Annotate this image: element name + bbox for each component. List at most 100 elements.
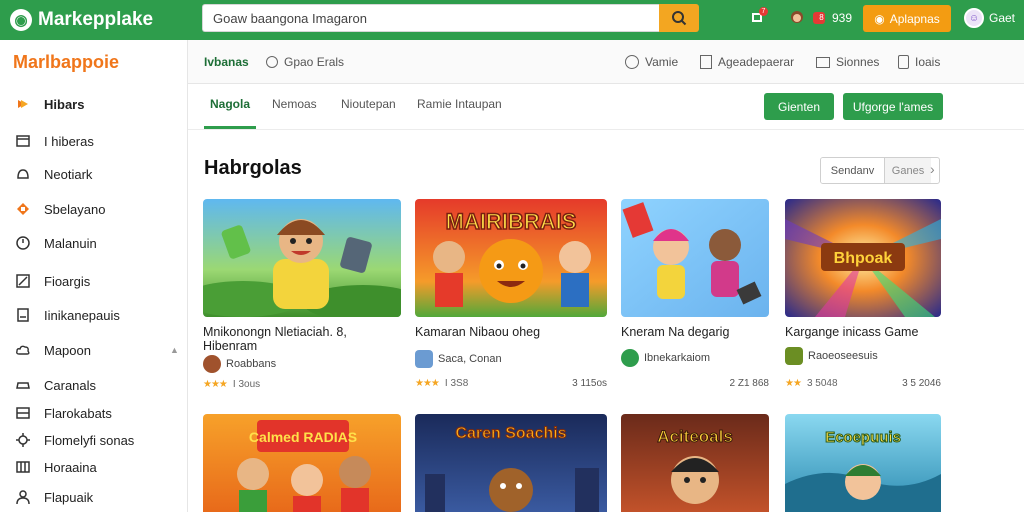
sidebar-title: Marlbappoie [13, 52, 120, 72]
sidebar-item-flomelyfi-sonas[interactable]: Flomelyfi sonas [14, 430, 134, 450]
clock-icon [14, 234, 32, 252]
puzzle-icon [14, 200, 32, 218]
sidebar-item-fioargis[interactable]: Fioargis [14, 271, 90, 291]
game-card[interactable]: Caren Soachis [415, 414, 607, 512]
search-input[interactable] [202, 4, 659, 32]
sidebar-item-sbelayano[interactable]: Sbelayano [14, 199, 105, 219]
game-card[interactable]: Aciteoals [621, 414, 769, 512]
user-menu[interactable]: ☺ Gaet [964, 7, 1015, 29]
sidebar-item-neotiark[interactable]: Neotiark [14, 164, 92, 184]
avatar-mini[interactable] [786, 7, 808, 29]
game-card[interactable]: Kneram Na degarig Ibnekarkaiom 2 Z1 868 [621, 199, 769, 394]
subnav-item-ivbanas[interactable]: Ivbanas [204, 54, 249, 70]
upgrade-games-button[interactable]: Ufgorge l'ames [843, 93, 943, 120]
game-thumbnail[interactable] [621, 199, 769, 317]
alerts[interactable]: 8 [808, 6, 830, 30]
sidebar-item-label: Flarokabats [44, 405, 112, 421]
sidebar-item-caranals[interactable]: Caranals [14, 375, 96, 395]
developer-avatar [203, 355, 221, 373]
sidebar-item-label: Hibars [44, 96, 85, 112]
developer-avatar [785, 347, 803, 365]
game-title[interactable]: Mnikonongn Nletiaciah. 8, Hibenram [203, 325, 373, 353]
user-icon [14, 488, 32, 506]
alert-button[interactable]: 8 [808, 7, 830, 29]
game-card[interactable]: Bhpoak Kargange inicass Game Raoeoseesui… [785, 199, 941, 394]
developer-name: Saca, Conan [438, 353, 502, 365]
flame-icon [14, 95, 32, 113]
game-title[interactable]: Kamaran Nibaou oheg [415, 325, 605, 339]
sidebar-item-label: Sbelayano [44, 201, 106, 217]
toggle-standard[interactable]: Sendanv [821, 158, 885, 183]
game-card[interactable]: Calmed RADIAS [203, 414, 401, 512]
apps-label: Aplapnas [889, 11, 940, 26]
sidebar-item-hibars[interactable]: Hibars [14, 94, 84, 114]
sidebar-item-horaaina[interactable]: Horaaina [14, 457, 97, 477]
price-text: 3 5 2046 [902, 377, 941, 389]
game-title[interactable]: Kneram Na degarig [621, 325, 769, 339]
game-card[interactable]: Mnikonongn Nletiaciah. 8, Hibenram Roabb… [203, 199, 401, 394]
chevron-right-icon[interactable]: ▲ [170, 345, 179, 355]
sub-navigation: Ivbanas Gpao Erals Vamie Ageadepaerar Si… [188, 40, 1024, 84]
notification-button[interactable]: 7 [746, 7, 768, 29]
game-card[interactable]: MAIRIBRAIS Kamaran Nibaou oheg Saca, Con… [415, 199, 607, 394]
game-art-text: Aciteoals [657, 427, 733, 446]
game-thumbnail[interactable] [203, 199, 401, 317]
game-art-text: MAIRIBRAIS [446, 209, 577, 234]
subnav-label: Sionnes [836, 55, 880, 69]
toggle-games[interactable]: Ganes [885, 158, 931, 183]
alert-count: 8 [819, 13, 824, 22]
messages[interactable] [786, 6, 808, 30]
subnav-label: Vamie [645, 55, 679, 69]
tab-nioutepan[interactable]: Nioutepan [341, 97, 396, 129]
developer-row: Saca, Conan [415, 350, 502, 368]
apps-button[interactable]: ◉ Aplapnas [863, 5, 951, 32]
tab-ramie-intaupan[interactable]: Ramie Intaupan [417, 97, 502, 129]
sidebar-item-label: Fioargis [44, 273, 91, 289]
game-thumbnail[interactable]: Calmed RADIAS [203, 414, 401, 512]
price-text: 3 115os [572, 377, 607, 389]
gienten-button[interactable]: Gienten [764, 93, 834, 120]
brand[interactable]: ◉ Markepplake [10, 6, 153, 34]
tab-nagola[interactable]: Nagola [204, 97, 257, 129]
subnav-item-vamie[interactable]: Vamie [625, 54, 678, 70]
subnav-item-ioais[interactable]: Ioais [898, 54, 940, 70]
game-thumbnail[interactable]: Aciteoals [621, 414, 769, 512]
chevron-right-icon[interactable]: › [930, 161, 935, 177]
game-card[interactable]: Ecoepuuis [785, 414, 941, 512]
search-icon [672, 11, 687, 26]
subnav-item-gpao-erals[interactable]: Gpao Erals [266, 54, 344, 70]
rating-row: ★★★ I 3ous [203, 377, 260, 391]
subnav-item-ageadepaerar[interactable]: Ageadepaerar [700, 54, 794, 70]
gear-icon [14, 431, 32, 449]
game-thumbnail[interactable]: Bhpoak [785, 199, 941, 317]
box-icon [14, 404, 32, 422]
developer-row: Raoeoseesuis [785, 347, 878, 365]
game-title[interactable]: Kargange inicass Game [785, 325, 941, 339]
developer-row: Ibnekarkaiom [621, 349, 710, 367]
developer-name: Ibnekarkaiom [644, 352, 711, 364]
sidebar-item-flarokabats[interactable]: Flarokabats [14, 403, 112, 423]
game-thumbnail[interactable]: Ecoepuuis [785, 414, 941, 512]
sidebar-item-flapuaik[interactable]: Flapuaik [14, 487, 93, 507]
rating-text: 3 5048 [806, 377, 838, 389]
mail-icon [816, 56, 830, 68]
sidebar-item-iinikanepauis[interactable]: Iinikanepauis [14, 305, 120, 325]
game-thumbnail[interactable]: Caren Soachis [415, 414, 607, 512]
subnav-label: Ivbanas [204, 55, 249, 69]
sidebar-item-hiberas[interactable]: I hiberas [14, 131, 94, 151]
search-bar [202, 4, 699, 32]
game-thumbnail[interactable]: MAIRIBRAIS [415, 199, 607, 317]
rating-row: ★★★ I 3S8 3 115os [415, 376, 607, 390]
location-icon: ◉ [874, 11, 885, 26]
tab-nemoas[interactable]: Nemoas [272, 97, 317, 129]
sidebar: Marlbappoie Hibars I hiberas Neotiark Sb… [0, 40, 188, 512]
game-art-text: Bhpoak [834, 250, 893, 267]
sidebar-item-malanuin[interactable]: Malanuin [14, 233, 97, 253]
search-button[interactable] [659, 4, 699, 32]
sidebar-item-mapoon[interactable]: Mapoon [14, 340, 91, 360]
grid-icon [14, 458, 32, 476]
sidebar-item-label: I hiberas [44, 133, 94, 149]
compass-icon [625, 55, 639, 69]
notifications[interactable]: 7 [746, 6, 768, 30]
subnav-item-sionnes[interactable]: Sionnes [816, 54, 879, 70]
